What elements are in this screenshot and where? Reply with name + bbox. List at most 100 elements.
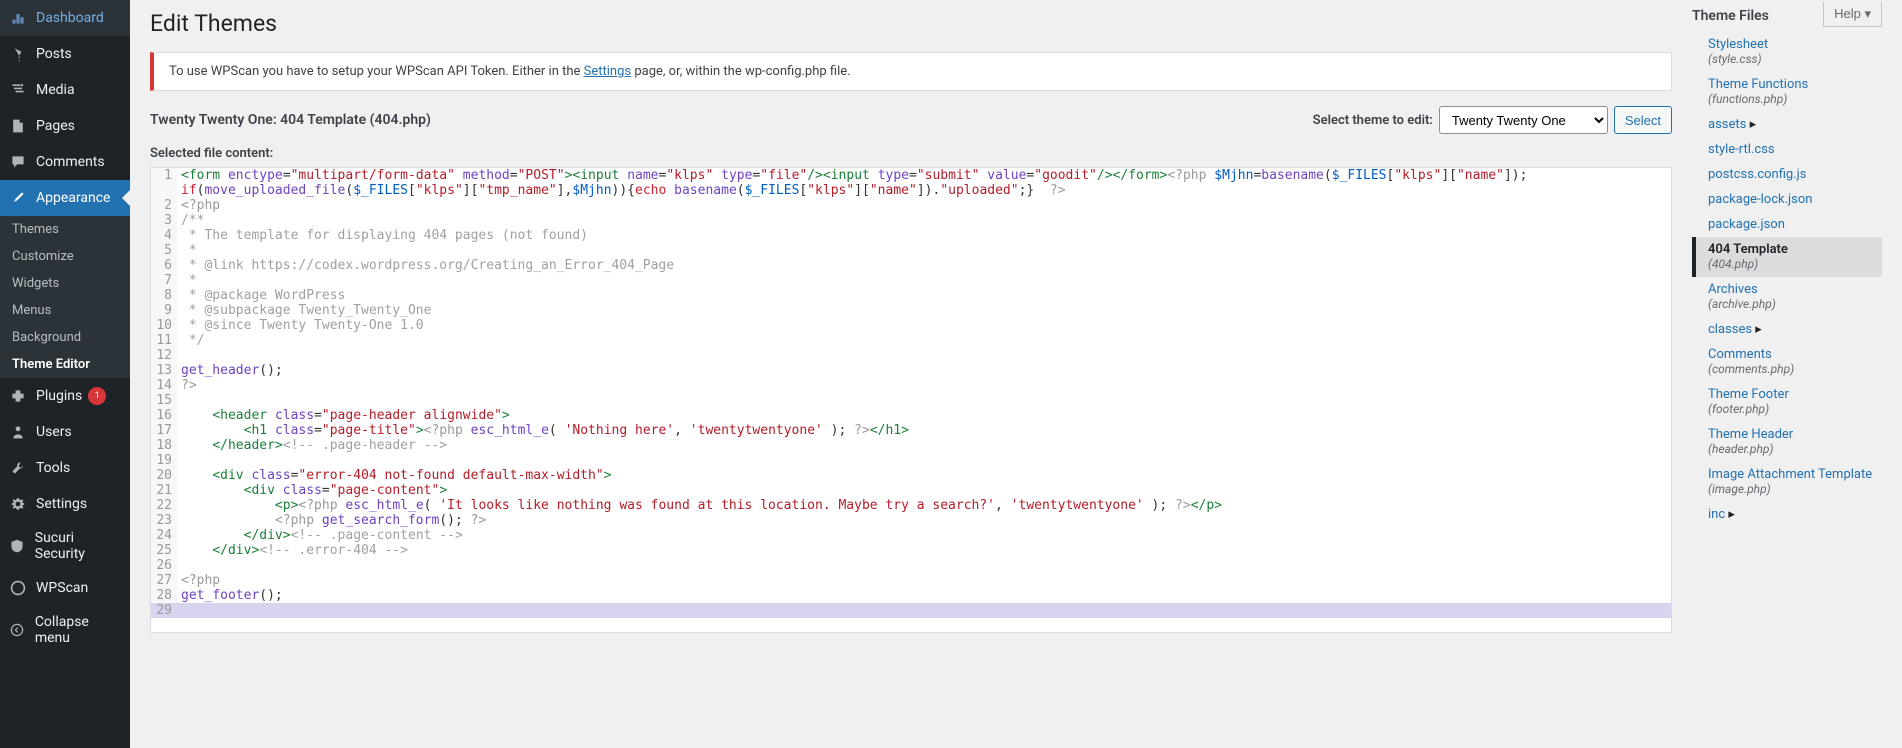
line-code[interactable]: <?php get_search_form(); ?>	[177, 513, 1671, 528]
code-line[interactable]: 27<?php	[151, 573, 1671, 588]
submenu-item-widgets[interactable]: Widgets	[0, 270, 130, 297]
code-line[interactable]: 6 * @link https://codex.wordpress.org/Cr…	[151, 258, 1671, 273]
theme-file-item[interactable]: Archives(archive.php)	[1692, 277, 1882, 317]
theme-file-link[interactable]: assets	[1708, 117, 1746, 132]
code-line[interactable]: 23 <?php get_search_form(); ?>	[151, 513, 1671, 528]
theme-file-link[interactable]: style-rtl.css	[1708, 142, 1775, 157]
theme-file-link[interactable]: Image Attachment Template	[1708, 467, 1872, 482]
code-line[interactable]: 18 </header><!-- .page-header -->	[151, 438, 1671, 453]
theme-file-item[interactable]: Image Attachment Template(image.php)	[1692, 462, 1882, 502]
line-code[interactable]: <header class="page-header alignwide">	[177, 408, 1671, 423]
line-code[interactable]: *	[177, 273, 1671, 288]
line-code[interactable]	[177, 348, 1671, 363]
sidebar-item-appearance[interactable]: Appearance	[0, 180, 130, 216]
theme-file-link[interactable]: Theme Footer	[1708, 387, 1789, 402]
line-code[interactable]: get_footer();	[177, 588, 1671, 603]
theme-file-item[interactable]: package.json	[1692, 212, 1882, 237]
code-line[interactable]: 12	[151, 348, 1671, 363]
code-line[interactable]: 22 <p><?php esc_html_e( 'It looks like n…	[151, 498, 1671, 513]
sidebar-item-comments[interactable]: Comments	[0, 144, 130, 180]
theme-file-item[interactable]: Theme Footer(footer.php)	[1692, 382, 1882, 422]
theme-file-item[interactable]: Theme Functions(functions.php)	[1692, 72, 1882, 112]
code-line[interactable]: 21 <div class="page-content">	[151, 483, 1671, 498]
help-button[interactable]: Help	[1823, 2, 1882, 27]
line-code[interactable]: ?>	[177, 378, 1671, 393]
code-line[interactable]: 11 */	[151, 333, 1671, 348]
line-code[interactable]: if(move_uploaded_file($_FILES["klps"]["t…	[177, 183, 1671, 198]
line-code[interactable]: * @since Twenty Twenty-One 1.0	[177, 318, 1671, 333]
code-line[interactable]: 19	[151, 453, 1671, 468]
theme-file-link[interactable]: Theme Functions	[1708, 77, 1808, 92]
line-code[interactable]: </header><!-- .page-header -->	[177, 438, 1671, 453]
code-line[interactable]: 3/**	[151, 213, 1671, 228]
line-code[interactable]: <h1 class="page-title"><?php esc_html_e(…	[177, 423, 1671, 438]
line-code[interactable]: <div class="error-404 not-found default-…	[177, 468, 1671, 483]
submenu-item-customize[interactable]: Customize	[0, 243, 130, 270]
theme-file-link[interactable]: Comments	[1708, 347, 1772, 362]
code-line[interactable]: 9 * @subpackage Twenty_Twenty_One	[151, 303, 1671, 318]
line-code[interactable]: <?php	[177, 573, 1671, 588]
theme-file-link[interactable]: package.json	[1708, 217, 1785, 232]
theme-select[interactable]: Twenty Twenty One	[1439, 106, 1608, 134]
theme-file-link[interactable]: package-lock.json	[1708, 192, 1812, 207]
line-code[interactable]: /**	[177, 213, 1671, 228]
submenu-item-theme-editor[interactable]: Theme Editor	[0, 351, 130, 378]
line-code[interactable]: get_header();	[177, 363, 1671, 378]
code-line[interactable]: 2<?php	[151, 198, 1671, 213]
theme-file-item[interactable]: assets	[1692, 112, 1882, 137]
code-line[interactable]: 28get_footer();	[151, 588, 1671, 603]
code-line[interactable]: 14?>	[151, 378, 1671, 393]
line-code[interactable]: *	[177, 243, 1671, 258]
line-code[interactable]: <div class="page-content">	[177, 483, 1671, 498]
sidebar-item-media[interactable]: Media	[0, 72, 130, 108]
code-line[interactable]: 29	[151, 603, 1671, 618]
submenu-item-menus[interactable]: Menus	[0, 297, 130, 324]
theme-file-item[interactable]: classes	[1692, 317, 1882, 342]
theme-file-item[interactable]: Stylesheet(style.css)	[1692, 32, 1882, 72]
code-line[interactable]: 5 *	[151, 243, 1671, 258]
theme-file-item[interactable]: package-lock.json	[1692, 187, 1882, 212]
line-code[interactable]: <?php	[177, 198, 1671, 213]
select-button[interactable]: Select	[1614, 106, 1672, 134]
sidebar-item-tools[interactable]: Tools	[0, 450, 130, 486]
theme-file-link[interactable]: postcss.config.js	[1708, 167, 1806, 182]
theme-file-link[interactable]: 404 Template	[1708, 242, 1788, 257]
line-code[interactable]	[177, 603, 1671, 618]
sidebar-item-plugins[interactable]: Plugins1	[0, 378, 130, 414]
theme-file-link[interactable]: classes	[1708, 322, 1752, 337]
submenu-item-background[interactable]: Background	[0, 324, 130, 351]
line-code[interactable]: * @package WordPress	[177, 288, 1671, 303]
theme-file-item[interactable]: style-rtl.css	[1692, 137, 1882, 162]
code-line[interactable]: 10 * @since Twenty Twenty-One 1.0	[151, 318, 1671, 333]
code-line[interactable]: 1<form enctype="multipart/form-data" met…	[151, 168, 1671, 183]
code-line[interactable]: 16 <header class="page-header alignwide"…	[151, 408, 1671, 423]
code-line[interactable]: 17 <h1 class="page-title"><?php esc_html…	[151, 423, 1671, 438]
code-line[interactable]: 20 <div class="error-404 not-found defau…	[151, 468, 1671, 483]
code-line[interactable]: 25 </div><!-- .error-404 -->	[151, 543, 1671, 558]
code-line[interactable]: 8 * @package WordPress	[151, 288, 1671, 303]
theme-file-link[interactable]: Theme Header	[1708, 427, 1793, 442]
notice-settings-link[interactable]: Settings	[584, 64, 631, 79]
line-code[interactable]	[177, 558, 1671, 573]
theme-file-link[interactable]: Archives	[1708, 282, 1758, 297]
code-line[interactable]: 15	[151, 393, 1671, 408]
code-line[interactable]: 26	[151, 558, 1671, 573]
code-line[interactable]: if(move_uploaded_file($_FILES["klps"]["t…	[151, 183, 1671, 198]
theme-file-link[interactable]: inc	[1708, 507, 1725, 522]
line-code[interactable]: * The template for displaying 404 pages …	[177, 228, 1671, 243]
code-line[interactable]: 24 </div><!-- .page-content -->	[151, 528, 1671, 543]
line-code[interactable]: * @link https://codex.wordpress.org/Crea…	[177, 258, 1671, 273]
line-code[interactable]: <form enctype="multipart/form-data" meth…	[177, 168, 1671, 183]
code-line[interactable]: 4 * The template for displaying 404 page…	[151, 228, 1671, 243]
sidebar-item-settings[interactable]: Settings	[0, 486, 130, 522]
sidebar-item-users[interactable]: Users	[0, 414, 130, 450]
theme-file-item[interactable]: postcss.config.js	[1692, 162, 1882, 187]
sidebar-item-collapse-menu[interactable]: Collapse menu	[0, 606, 130, 654]
theme-file-item[interactable]: Comments(comments.php)	[1692, 342, 1882, 382]
line-code[interactable]	[177, 393, 1671, 408]
sidebar-item-wpscan[interactable]: WPScan	[0, 570, 130, 606]
code-line[interactable]: 7 *	[151, 273, 1671, 288]
sidebar-item-posts[interactable]: Posts	[0, 36, 130, 72]
line-code[interactable]: </div><!-- .error-404 -->	[177, 543, 1671, 558]
theme-file-item[interactable]: 404 Template(404.php)	[1692, 237, 1882, 277]
